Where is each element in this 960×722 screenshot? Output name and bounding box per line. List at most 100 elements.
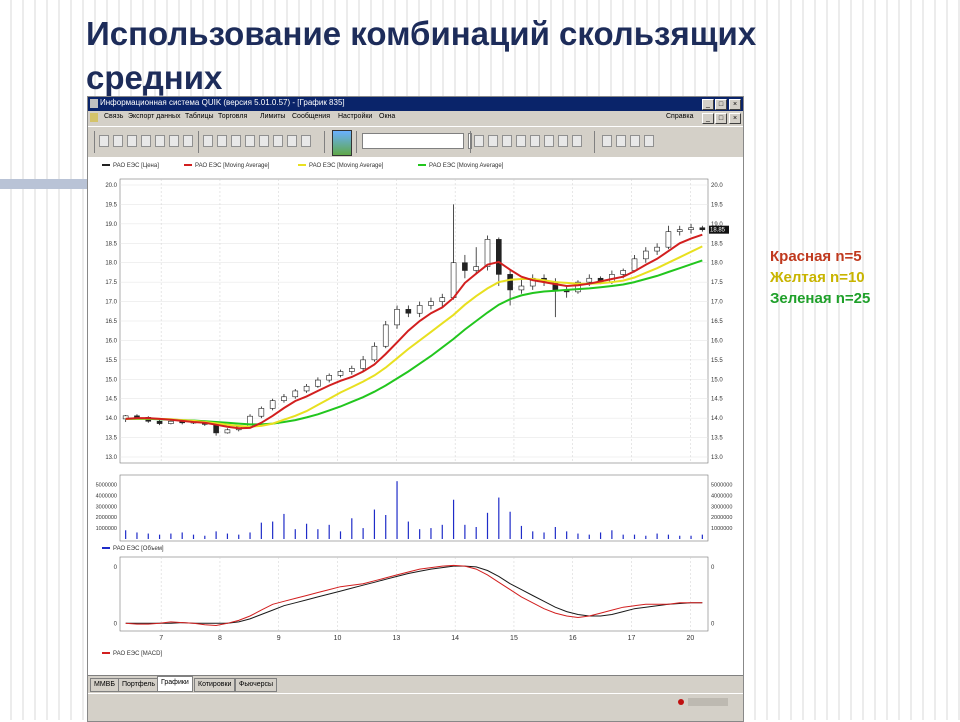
price-tick-left: 16.0 <box>105 338 117 344</box>
minimize-icon[interactable]: _ <box>702 99 714 110</box>
candle <box>416 305 423 314</box>
price-tick-right: 17.5 <box>711 280 723 286</box>
menu-item-trading[interactable]: Торговля <box>218 113 247 120</box>
speedometer-icon[interactable] <box>602 135 612 147</box>
price-tick-right: 14.5 <box>711 397 723 403</box>
child-minimize-icon[interactable]: _ <box>702 113 714 124</box>
menu-item-settings[interactable]: Настройки <box>338 113 372 120</box>
slide-accent-bar <box>0 179 88 189</box>
print-icon[interactable] <box>287 135 297 147</box>
candle-chart-icon[interactable] <box>502 135 512 147</box>
draw-line-icon[interactable] <box>572 135 582 147</box>
quotes-icon[interactable] <box>127 135 137 147</box>
menu-item-tables[interactable]: Таблицы <box>185 113 214 120</box>
x-axis-label: 9 <box>277 635 281 642</box>
volume-tick-right: 3000000 <box>711 504 732 510</box>
tab-futures[interactable]: Фьючерсы <box>235 678 278 692</box>
tab-quotes[interactable]: Котировки <box>194 678 236 692</box>
macd-line <box>125 564 703 627</box>
help-icon[interactable] <box>301 135 311 147</box>
window-titlebar[interactable]: Информационная система QUIK (версия 5.01… <box>88 97 743 111</box>
price-tick-left: 17.0 <box>105 300 117 306</box>
columns-icon[interactable] <box>644 135 654 147</box>
candle <box>676 229 683 232</box>
price-tick-right: 13.0 <box>711 455 723 461</box>
bar-chart-icon[interactable] <box>474 135 484 147</box>
candle <box>484 239 491 267</box>
scroll-left-icon[interactable] <box>544 135 554 147</box>
price-tick-left: 14.5 <box>105 397 117 403</box>
slide-title: Использование комбинаций скользящих сред… <box>86 15 757 96</box>
crosshair-icon[interactable] <box>558 135 568 147</box>
wave-icon[interactable] <box>616 135 626 147</box>
price-tick-left: 17.5 <box>105 280 117 286</box>
x-axis-label: 15 <box>510 635 518 642</box>
menu-item-connection[interactable]: Связь <box>104 113 123 120</box>
connect-icon[interactable] <box>99 135 109 147</box>
instrument-combo[interactable] <box>362 133 464 149</box>
line-chart-icon[interactable] <box>488 135 498 147</box>
stop-order-icon[interactable] <box>245 135 255 147</box>
close-icon[interactable]: × <box>729 99 741 110</box>
menu-item-messages[interactable]: Сообщения <box>292 113 330 120</box>
macd-tick-left: 0 <box>114 621 118 627</box>
candle <box>258 408 265 417</box>
chart-picture-icon[interactable] <box>332 130 352 156</box>
candle <box>688 227 694 230</box>
menu-item-windows[interactable]: Окна <box>379 113 395 120</box>
candle <box>292 390 299 398</box>
candle <box>428 301 434 306</box>
info-icon[interactable] <box>203 135 213 147</box>
menu-bar: Связь Экспорт данных Таблицы Торговля Ли… <box>88 111 743 125</box>
connection-indicator-icon <box>678 699 684 705</box>
price-tick-right: 15.5 <box>711 358 723 364</box>
child-restore-icon[interactable]: □ <box>715 113 727 124</box>
price-tick-right: 13.5 <box>711 436 723 442</box>
price-tick-left: 15.5 <box>105 358 117 364</box>
price-tick-left: 13.5 <box>105 436 117 442</box>
macd-signal-line <box>125 565 703 624</box>
candle <box>631 258 638 271</box>
candle <box>360 359 366 369</box>
x-axis-label: 17 <box>628 635 636 642</box>
x-axis-label: 20 <box>686 635 694 642</box>
table-icon[interactable] <box>113 135 123 147</box>
volume-tick-right: 2000000 <box>711 515 732 521</box>
tab-mmvb[interactable]: ММВБ <box>90 678 119 692</box>
deals-icon[interactable] <box>155 135 165 147</box>
zoom-out-icon[interactable] <box>530 135 540 147</box>
transfer-icon[interactable] <box>259 135 269 147</box>
volume-tick-left: 5000000 <box>96 482 117 488</box>
mail-icon[interactable] <box>273 135 283 147</box>
chart-area[interactable]: РАО ЕЭС [Цена] РАО ЕЭС [Moving Average] РА… <box>88 157 743 675</box>
candle <box>303 385 310 392</box>
positions-icon[interactable] <box>169 135 179 147</box>
volume-panel-frame <box>119 474 709 542</box>
price-tick-left: 19.5 <box>105 202 117 208</box>
child-close-icon[interactable]: × <box>729 113 741 124</box>
zoom-in-icon[interactable] <box>516 135 526 147</box>
app-icon[interactable] <box>90 99 98 108</box>
price-tick-left: 18.0 <box>105 261 117 267</box>
tab-charts[interactable]: Графики <box>157 676 193 692</box>
buy-icon[interactable] <box>217 135 227 147</box>
macd-tick-right: 0 <box>711 621 715 627</box>
x-axis-label: 10 <box>334 635 342 642</box>
sell-icon[interactable] <box>231 135 241 147</box>
menu-item-limits[interactable]: Лимиты <box>260 113 285 120</box>
price-tick-right: 14.0 <box>711 416 723 422</box>
chart-svg[interactable]: РАО ЕЭС [Цена] РАО ЕЭС [Moving Average] РА… <box>88 157 743 675</box>
tab-portfolio[interactable]: Портфель <box>118 678 160 692</box>
doc-icon[interactable] <box>90 113 98 122</box>
price-tick-right: 18.5 <box>711 241 723 247</box>
orders-icon[interactable] <box>141 135 151 147</box>
menu-item-export[interactable]: Экспорт данных <box>128 113 181 120</box>
limits-icon[interactable] <box>183 135 193 147</box>
grid-icon[interactable] <box>630 135 640 147</box>
volume-tick-right: 4000000 <box>711 493 732 499</box>
maximize-icon[interactable]: □ <box>715 99 727 110</box>
menu-item-help[interactable]: Справка <box>666 113 693 120</box>
candle <box>337 371 344 376</box>
candle <box>326 375 332 381</box>
price-tick-right: 15.0 <box>711 377 723 383</box>
